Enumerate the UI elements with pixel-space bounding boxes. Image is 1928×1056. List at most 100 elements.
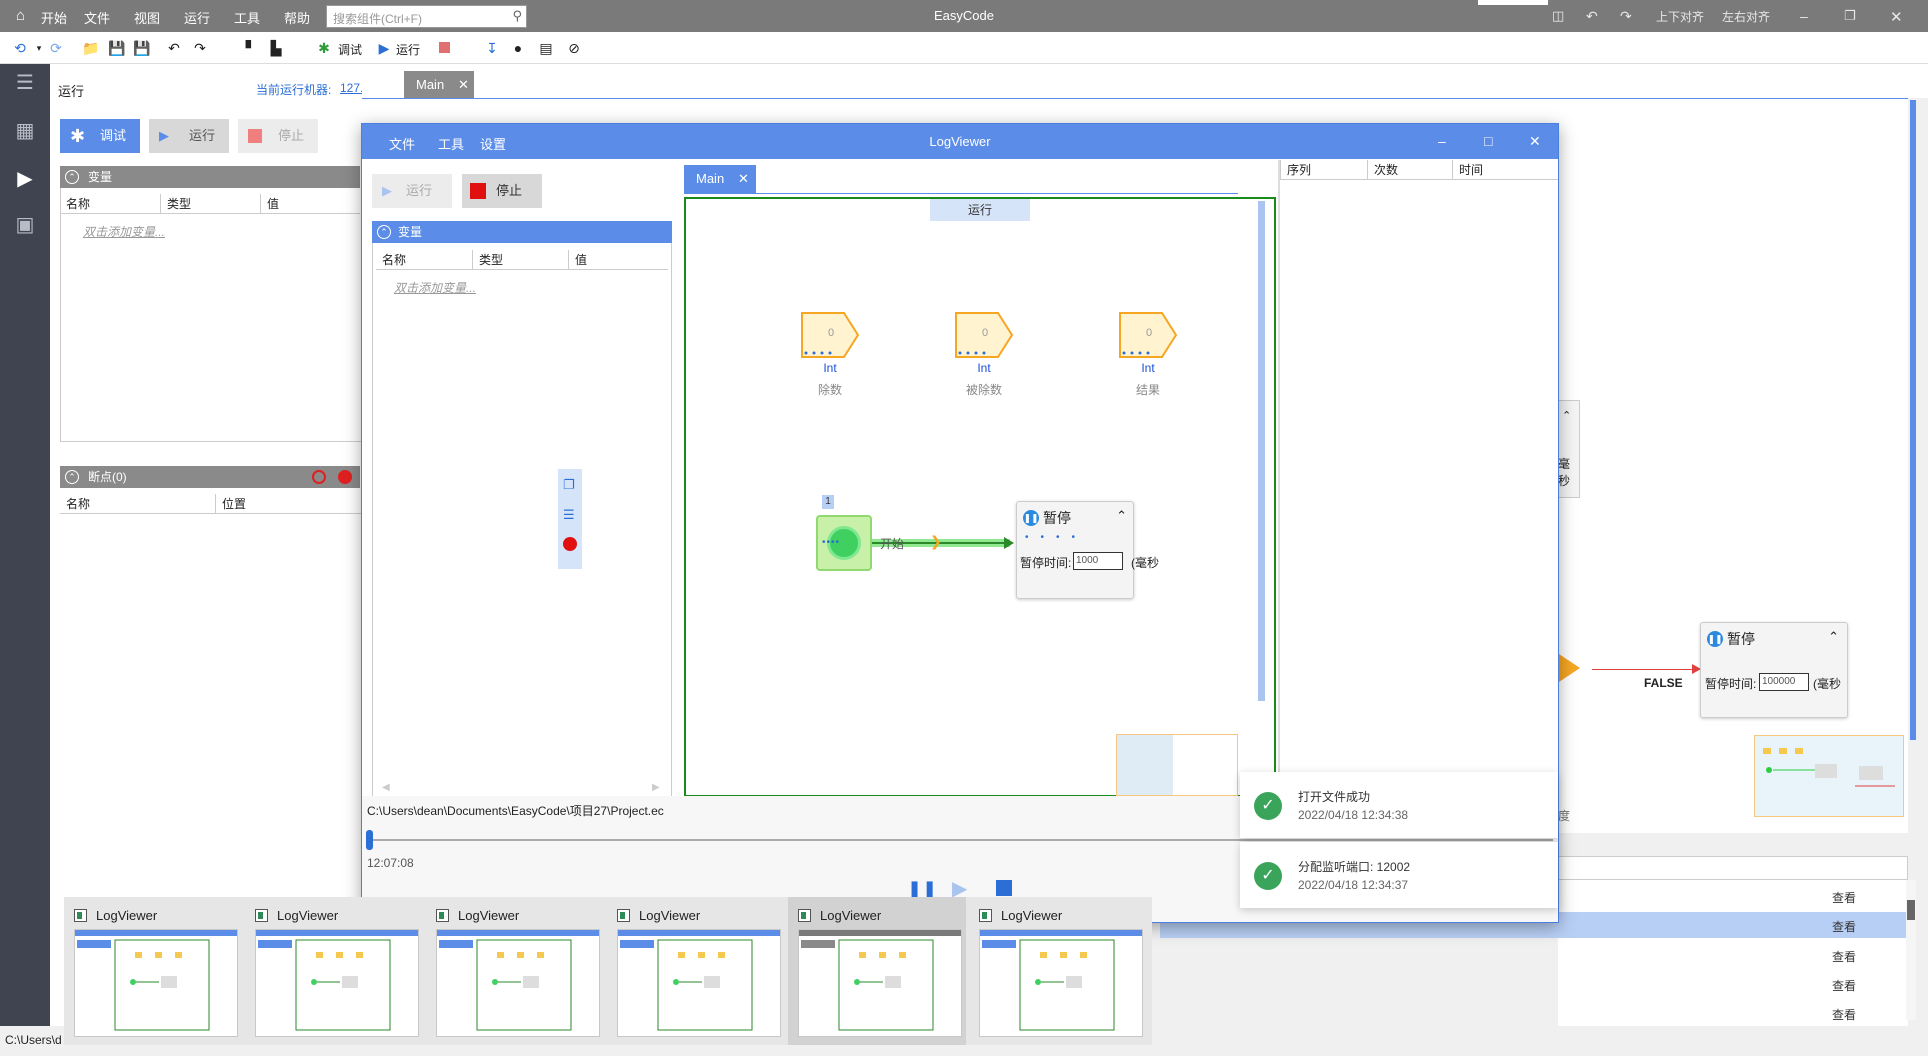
- align-vertical-button[interactable]: 上下对齐: [1656, 8, 1704, 25]
- undo-icon[interactable]: ↶: [166, 40, 182, 56]
- collapse-icon[interactable]: ⌃: [65, 170, 79, 184]
- menu-file[interactable]: 文件: [84, 8, 110, 27]
- scroll-left-icon[interactable]: ◀: [382, 782, 390, 793]
- timeline-handle[interactable]: [366, 830, 373, 850]
- taskbar-preview[interactable]: LogViewer: [969, 897, 1147, 1045]
- lv-run-button[interactable]: ▶ 运行: [372, 174, 452, 208]
- view-link[interactable]: 查看: [1832, 948, 1856, 965]
- lv-minimap[interactable]: [1116, 734, 1238, 796]
- chevron-down-icon[interactable]: ▾: [31, 40, 47, 56]
- redo-icon[interactable]: ↷: [192, 40, 208, 56]
- bp-col-name[interactable]: 名称: [60, 494, 215, 514]
- view-link[interactable]: 查看: [1832, 918, 1856, 935]
- undo-icon[interactable]: ↶: [1586, 8, 1598, 25]
- log-col-count[interactable]: 次数: [1367, 160, 1452, 180]
- lv-canvas-scrollbar-thumb[interactable]: [1258, 201, 1265, 701]
- package-icon[interactable]: ▣: [12, 212, 38, 238]
- toast-notification[interactable]: ✓ 打开文件成功 2022/04/18 12:34:38: [1240, 772, 1558, 838]
- menu-run[interactable]: 运行: [184, 8, 210, 27]
- toolbar-debug-label[interactable]: 调试: [338, 41, 362, 58]
- lv-var-col-value[interactable]: 值: [568, 250, 668, 270]
- tab-main[interactable]: Main ✕: [404, 71, 474, 99]
- menu-help[interactable]: 帮助: [284, 8, 310, 27]
- lv-flow-canvas[interactable]: 运行 0 Int 除数 0 Int 被除数 0 Int 结果 1 •••• 开始…: [684, 197, 1276, 797]
- layers-icon[interactable]: ☰: [12, 70, 38, 96]
- log-col-sequence[interactable]: 序列: [1280, 160, 1367, 180]
- align-top-icon[interactable]: ▘: [243, 40, 259, 56]
- timeline-track[interactable]: [367, 839, 1553, 841]
- bg-pause-node[interactable]: ❚❚ 暂停 ⌃ 暂停时间: 100000 (毫秒: [1700, 622, 1848, 718]
- close-tab-icon[interactable]: ✕: [458, 71, 469, 99]
- pause-time-input[interactable]: 100000: [1759, 673, 1809, 691]
- log-col-time[interactable]: 时间: [1452, 160, 1558, 180]
- stop-icon[interactable]: [436, 40, 452, 56]
- grid-icon[interactable]: ▦: [12, 118, 38, 144]
- pause-time-input[interactable]: 1000: [1073, 552, 1123, 570]
- tree-icon[interactable]: ☰: [563, 507, 575, 523]
- disable-icon[interactable]: ⊘: [566, 40, 582, 56]
- step-into-icon[interactable]: ↧: [484, 40, 500, 56]
- menu-tools[interactable]: 工具: [234, 8, 260, 27]
- back-icon[interactable]: ⟲: [12, 40, 28, 56]
- start-node[interactable]: ••••: [816, 515, 872, 571]
- debug-button[interactable]: ✱ 调试: [60, 119, 140, 153]
- breakpoint-icon[interactable]: ●: [510, 40, 526, 56]
- close-icon[interactable]: ✕: [1890, 8, 1903, 26]
- taskbar-preview[interactable]: LogViewer: [64, 897, 242, 1045]
- lv-menu-tools[interactable]: 工具: [438, 134, 464, 153]
- clear-breakpoints-icon[interactable]: [338, 470, 352, 484]
- variables-section-header[interactable]: ⌃ 变量: [60, 166, 360, 188]
- maximize-icon[interactable]: □: [1484, 133, 1492, 149]
- lv-var-col-type[interactable]: 类型: [472, 250, 568, 270]
- lv-menu-settings[interactable]: 设置: [480, 134, 506, 153]
- save-all-icon[interactable]: 💾: [133, 40, 150, 56]
- view-link[interactable]: 查看: [1832, 977, 1856, 994]
- close-tab-icon[interactable]: ✕: [738, 165, 749, 193]
- minimize-icon[interactable]: –: [1800, 8, 1808, 24]
- breakpoints-section-header[interactable]: ⌃ 断点(0): [60, 466, 360, 488]
- close-icon[interactable]: ✕: [1529, 133, 1541, 150]
- toolbar-run-label[interactable]: 运行: [396, 41, 420, 58]
- menu-start[interactable]: 开始: [41, 8, 67, 27]
- save-icon[interactable]: 💾: [108, 40, 125, 56]
- align-bottom-icon[interactable]: ▙: [268, 40, 284, 56]
- taskbar-preview[interactable]: LogViewer: [788, 897, 966, 1045]
- open-folder-icon[interactable]: 📁: [82, 40, 99, 56]
- align-horizontal-button[interactable]: 左右对齐: [1722, 8, 1770, 25]
- chevron-up-icon[interactable]: ⌃: [1562, 409, 1571, 422]
- toast-notification[interactable]: ✓ 分配监听端口: 12002 2022/04/18 12:34:37: [1240, 842, 1558, 908]
- chevron-up-icon[interactable]: ⌃: [1116, 508, 1127, 524]
- lv-var-col-name[interactable]: 名称: [376, 250, 472, 270]
- list-scrollbar-thumb[interactable]: [1907, 900, 1915, 920]
- collapse-icon[interactable]: ⌃: [377, 225, 391, 239]
- taskbar-preview[interactable]: LogViewer: [245, 897, 423, 1045]
- fit-view-icon[interactable]: ❐: [563, 477, 575, 493]
- stop-button[interactable]: 停止: [238, 119, 318, 153]
- lv-tab-main[interactable]: Main ✕: [684, 165, 756, 193]
- bug-icon[interactable]: ✱: [316, 40, 332, 56]
- search-icon[interactable]: ⚲: [512, 8, 522, 24]
- lv-add-variable-hint[interactable]: 双击添加变量...: [394, 279, 476, 296]
- right-scrollbar-thumb[interactable]: [1910, 100, 1916, 740]
- chevron-up-icon[interactable]: ⌃: [1828, 629, 1839, 645]
- minimap[interactable]: [1754, 735, 1904, 817]
- bp-col-position[interactable]: 位置: [215, 494, 362, 514]
- run-panel-icon[interactable]: ▶: [12, 166, 38, 192]
- panel-icon[interactable]: ◫: [1552, 8, 1564, 24]
- taskbar-preview[interactable]: LogViewer: [426, 897, 604, 1045]
- lv-menu-file[interactable]: 文件: [389, 134, 415, 153]
- breakpoint-toggle-icon[interactable]: [312, 470, 326, 484]
- play-icon[interactable]: ▶: [376, 40, 392, 56]
- forward-icon[interactable]: ⟳: [48, 40, 64, 56]
- pause-node[interactable]: ❚❚ 暂停 ⌃ •••• 暂停时间: 1000 (毫秒: [1016, 501, 1159, 599]
- log-icon[interactable]: ▤: [538, 40, 554, 56]
- collapse-icon[interactable]: ⌃: [65, 470, 79, 484]
- view-link[interactable]: 查看: [1832, 1006, 1856, 1023]
- record-icon[interactable]: [563, 537, 577, 551]
- redo-icon[interactable]: ↷: [1620, 8, 1632, 25]
- run-button[interactable]: ▶ 运行: [149, 119, 229, 153]
- menu-view[interactable]: 视图: [134, 8, 160, 27]
- view-link[interactable]: 查看: [1832, 889, 1856, 906]
- taskbar-preview[interactable]: LogViewer: [607, 897, 785, 1045]
- search-input[interactable]: 搜索组件(Ctrl+F) ⚲: [326, 5, 527, 28]
